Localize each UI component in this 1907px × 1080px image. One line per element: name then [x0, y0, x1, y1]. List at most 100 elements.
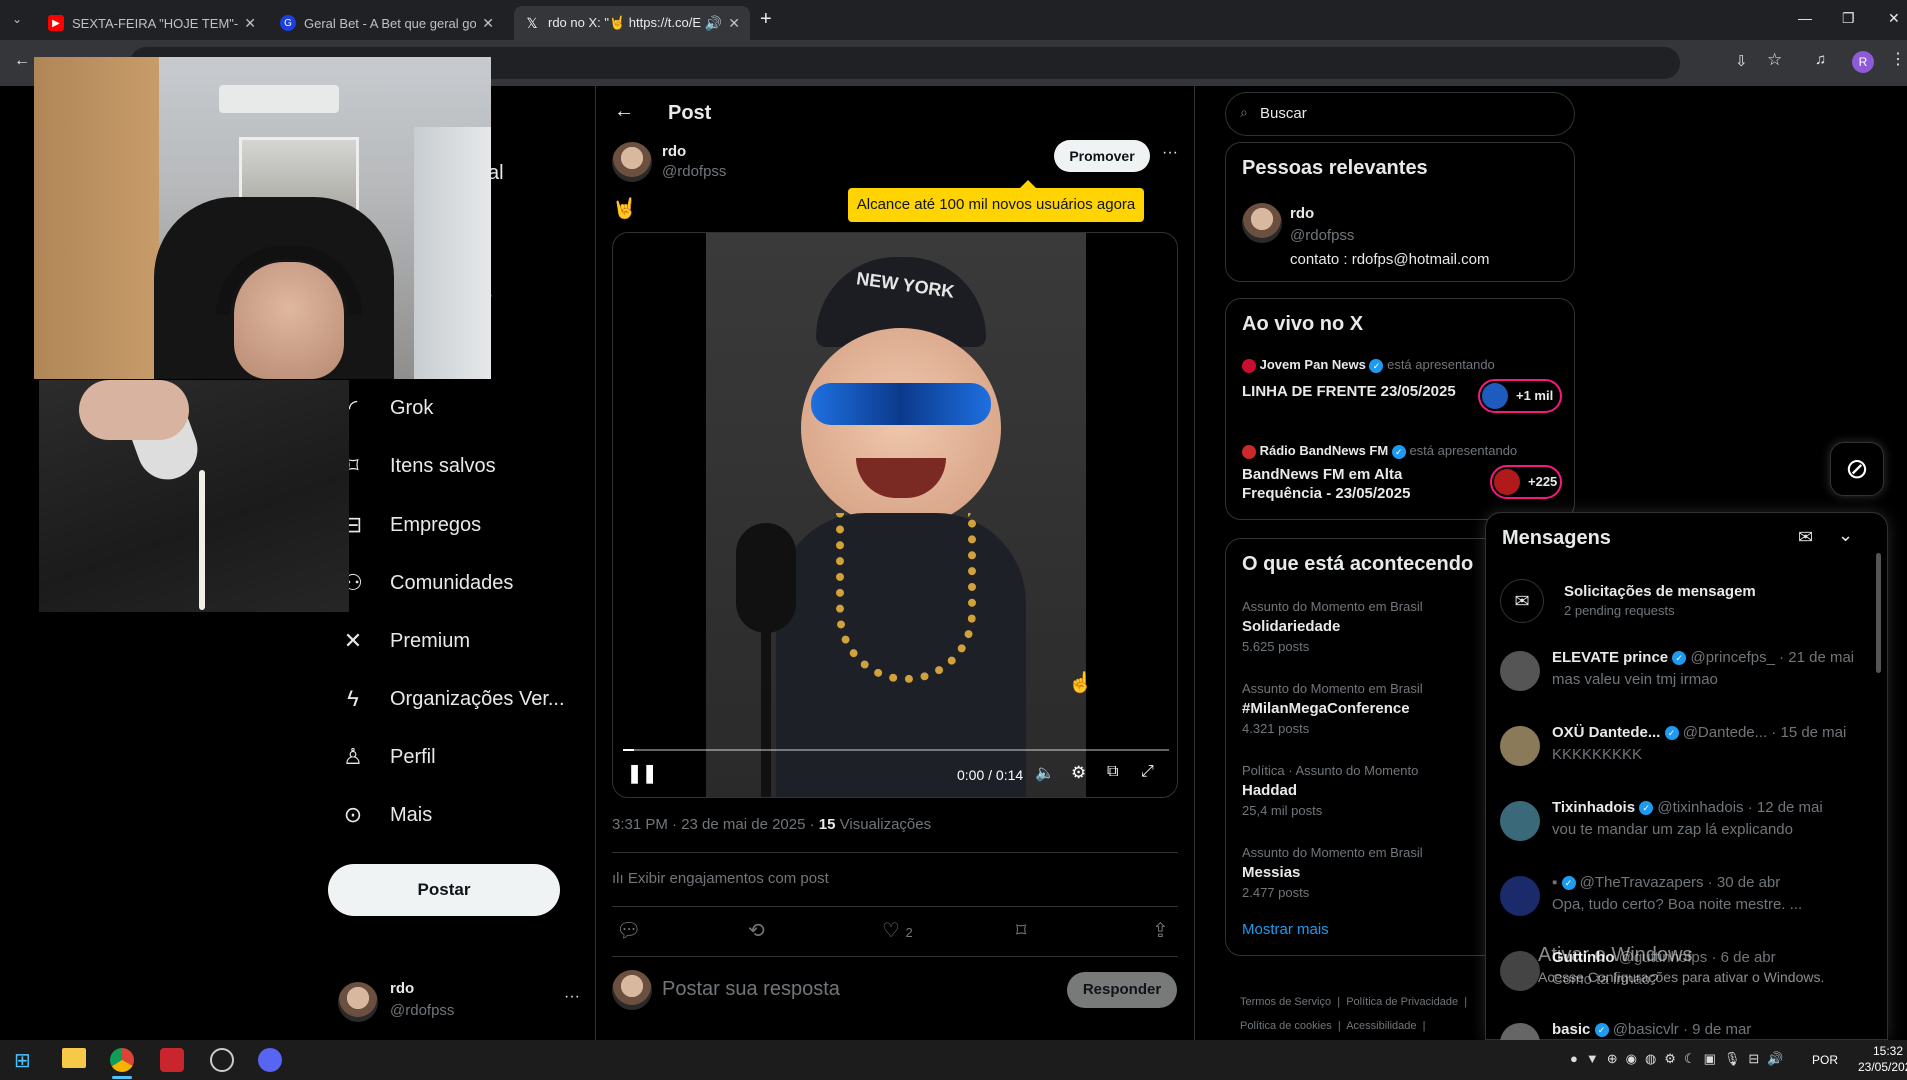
post-more-icon[interactable]: ···	[1162, 144, 1178, 162]
back-icon[interactable]: ←	[14, 52, 30, 70]
volume-icon[interactable]: 🔈	[1035, 763, 1055, 783]
video-player[interactable]: NEW YORK ❚❚ 0:00 / 0:14 🔈 ⚙ ⧉ ⤢	[612, 232, 1178, 798]
windows-start-icon[interactable]: ⊞	[14, 1048, 31, 1073]
install-app-icon[interactable]: ⇩	[1735, 52, 1748, 70]
tab-geralbet[interactable]: G Geral Bet - A Bet que geral gos ✕	[270, 6, 504, 40]
bookmark-star-icon[interactable]: ☆	[1767, 50, 1782, 70]
video-progress-track[interactable]	[623, 749, 1169, 751]
restore-icon[interactable]: ❐	[1842, 10, 1855, 27]
back-arrow-icon[interactable]: ←	[614, 100, 634, 123]
tab-audio-icon[interactable]: 🔊	[705, 15, 722, 32]
nav-item-more[interactable]: ⊙ Mais	[340, 795, 432, 835]
messages-scrollbar[interactable]	[1876, 553, 1881, 673]
footer-link[interactable]: Termos de Serviço	[1240, 996, 1331, 1008]
nav-item-saved[interactable]: ⌑ Itens salvos	[340, 446, 495, 486]
conversation-item[interactable]: Tixinhadois ✓ @tixinhadois · 12 de mai v…	[1500, 797, 1870, 857]
grok-float-button[interactable]: ⊘	[1830, 442, 1884, 496]
conversation-header: ▪ ✓ @TheTravazapers · 30 de abr	[1552, 874, 1780, 891]
footer-link[interactable]: Política de Privacidade	[1346, 996, 1458, 1008]
avatar[interactable]	[1242, 203, 1282, 243]
post-button[interactable]: Postar	[328, 864, 560, 916]
pip-icon[interactable]: ⧉	[1107, 763, 1118, 781]
message-requests[interactable]: ✉ Solicitações de mensagem 2 pending req…	[1500, 573, 1870, 633]
conversation-item[interactable]: ELEVATE prince ✓ @princefps_ · 21 de mai…	[1500, 647, 1870, 707]
live-count-badge[interactable]: +1 mil	[1478, 379, 1562, 413]
share-icon[interactable]: ⇪	[1152, 918, 1169, 943]
discord-icon[interactable]	[258, 1048, 282, 1072]
tab-x-post[interactable]: 𝕏 rdo no X: "🤘 https://t.co/E 🔊 ✕	[514, 6, 750, 40]
nav-item-communities[interactable]: ⚇ Comunidades	[340, 563, 513, 603]
reply-button[interactable]: Responder	[1067, 972, 1177, 1008]
reply-input[interactable]: Postar sua resposta	[662, 978, 840, 1001]
fullscreen-icon[interactable]: ⤢	[1141, 763, 1154, 781]
profile-avatar[interactable]: R	[1852, 51, 1874, 73]
windows-activation-watermark: Ativar o Windows Acesse Configurações pa…	[1538, 944, 1824, 985]
bookmark-icon[interactable]: ⌑	[1016, 918, 1026, 943]
promote-button[interactable]: Promover	[1054, 140, 1150, 172]
tab-youtube[interactable]: ▶ SEXTA-FEIRA "HOJE TEM"- MC ✕	[38, 6, 266, 40]
show-more-link[interactable]: Mostrar mais	[1242, 921, 1329, 938]
account-more-icon[interactable]: ···	[564, 988, 580, 1006]
conversation-header: Tixinhadois ✓ @tixinhadois · 12 de mai	[1552, 799, 1823, 816]
avatar	[338, 982, 378, 1022]
settings-gear-icon[interactable]: ⚙	[1071, 763, 1086, 783]
author-name[interactable]: rdo	[662, 143, 686, 160]
conversation-name: ELEVATE prince	[1552, 649, 1669, 666]
search-input[interactable]: Buscar	[1260, 105, 1307, 122]
live-count-badge[interactable]: +225	[1490, 465, 1562, 499]
video-microphone	[736, 523, 796, 633]
conversation-item[interactable]: OXÜ Dantede... ✓ @Dantede... · 15 de mai…	[1500, 722, 1870, 782]
pause-icon[interactable]: ❚❚	[627, 763, 657, 784]
tab-search-chevron-icon[interactable]: ⌄	[12, 12, 22, 26]
engagements-link[interactable]: ılı Exibir engajamentos com post	[612, 870, 829, 887]
post-text: 🤘	[612, 198, 637, 220]
clock[interactable]: 15:32 23/05/2025	[1858, 1044, 1907, 1074]
footer-link[interactable]: Política de cookies	[1240, 1020, 1332, 1032]
conversation-item[interactable]: basic ✓ @basicvlr · 9 de mar	[1500, 1019, 1870, 1041]
close-tab-icon[interactable]: ✕	[482, 15, 494, 32]
relevant-name[interactable]: rdo	[1290, 205, 1314, 222]
nav-item-premium[interactable]: ✕ Premium	[340, 621, 470, 661]
relevant-handle[interactable]: @rdofpss	[1290, 227, 1354, 244]
live-item[interactable]: Rádio BandNews FM ✓ está apresentando Ba…	[1242, 443, 1562, 509]
file-explorer-icon[interactable]	[62, 1048, 86, 1068]
minimize-icon[interactable]: —	[1798, 10, 1812, 26]
collapse-chevron-icon[interactable]: ⌄	[1838, 525, 1853, 546]
account-switcher[interactable]: rdo @rdofpss ···	[338, 974, 588, 1030]
chrome-icon[interactable]	[110, 1048, 134, 1072]
close-tab-icon[interactable]: ✕	[244, 15, 256, 32]
like-button[interactable]: ♡ 2	[882, 918, 913, 943]
post-timestamp[interactable]: 3:31 PM · 23 de mai de 2025 ·	[612, 816, 819, 833]
footer-link[interactable]: Acessibilidade	[1346, 1020, 1416, 1032]
nav-item-profile[interactable]: ♙ Perfil	[340, 737, 435, 777]
app-red-icon[interactable]	[160, 1048, 184, 1072]
language-indicator[interactable]: POR	[1812, 1053, 1838, 1067]
more-circle-icon: ⊙	[343, 802, 363, 827]
video-baby-face	[801, 328, 1001, 528]
author-handle[interactable]: @rdofpss	[662, 163, 726, 180]
close-window-icon[interactable]: ✕	[1888, 10, 1900, 27]
browser-menu-icon[interactable]: ⋮	[1890, 49, 1906, 69]
messages-title[interactable]: Mensagens	[1502, 527, 1611, 550]
tray-icons[interactable]: ●▼⊕◉◍⚙☾▣🎙⊟🔊	[1570, 1051, 1791, 1067]
verified-icon: ✓	[1561, 876, 1576, 891]
search-icon: ⌕	[1240, 104, 1248, 120]
new-tab-button[interactable]: +	[760, 8, 772, 31]
new-message-icon[interactable]: ✉	[1798, 527, 1813, 548]
search-box[interactable]: ⌕ Buscar	[1225, 92, 1575, 136]
divider	[612, 956, 1178, 957]
media-control-icon[interactable]: ♫	[1815, 51, 1826, 68]
author-avatar[interactable]	[612, 142, 652, 182]
conversation-header: basic ✓ @basicvlr · 9 de mar	[1552, 1021, 1751, 1038]
close-tab-icon[interactable]: ✕	[728, 15, 740, 32]
nav-item-grok[interactable]: ◜ Grok	[340, 388, 434, 428]
live-host: Jovem Pan News	[1259, 357, 1366, 372]
live-item[interactable]: Jovem Pan News ✓ está apresentando LINHA…	[1242, 357, 1562, 423]
repost-icon[interactable]: ⟲	[748, 918, 765, 943]
reply-icon[interactable]: 💬︎	[616, 918, 641, 943]
nav-item-jobs[interactable]: ⊟ Empregos	[340, 505, 481, 545]
conversation-item[interactable]: ▪ ✓ @TheTravazapers · 30 de abr Opa, tud…	[1500, 872, 1870, 932]
conversation-handle: @tixinhadois · 12 de mai	[1657, 799, 1823, 816]
steam-like-icon[interactable]	[210, 1048, 234, 1072]
nav-item-orgs[interactable]: ϟ Organizações Ver...	[340, 679, 564, 719]
